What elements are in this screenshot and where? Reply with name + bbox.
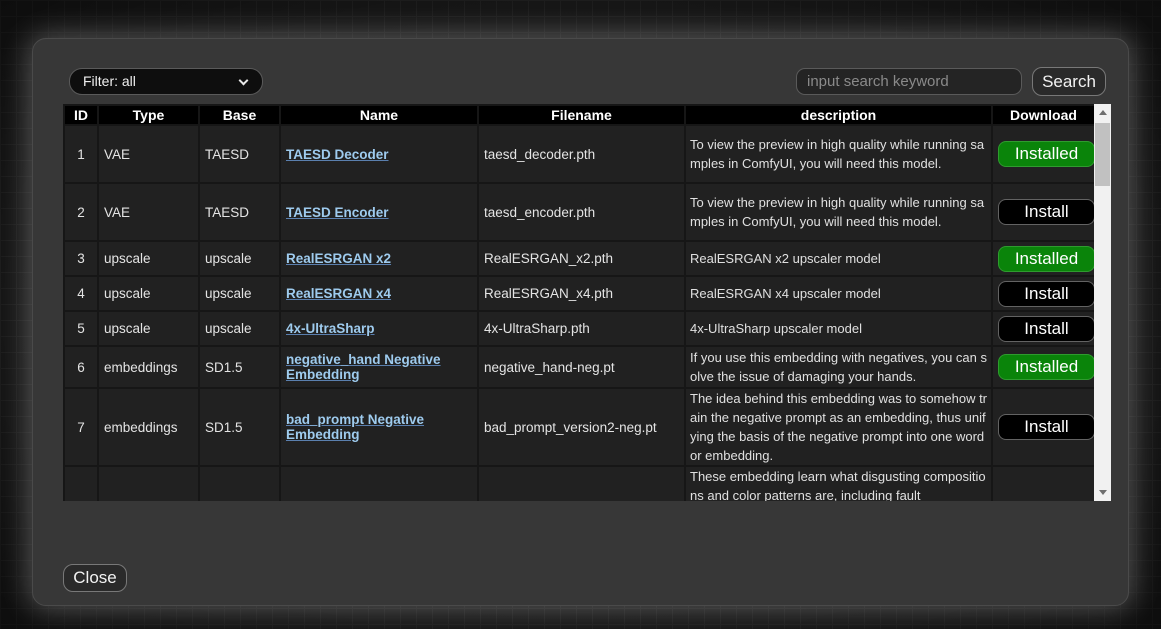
model-name-link[interactable]: TAESD Decoder	[286, 147, 389, 162]
table-row: 5upscaleupscale4x-UltraSharp4x-UltraShar…	[64, 311, 1094, 346]
header-description: description	[685, 105, 992, 125]
cell-download: Install	[992, 183, 1094, 241]
cell-download	[992, 466, 1094, 501]
table-row: 6embeddingsSD1.5negative_hand Negative E…	[64, 346, 1094, 388]
installed-button[interactable]: Installed	[998, 141, 1094, 167]
cell-type: upscale	[98, 311, 199, 346]
cell-name: negative_hand Negative Embedding	[280, 346, 478, 388]
cell-download: Installed	[992, 125, 1094, 183]
table-row: 3upscaleupscaleRealESRGAN x2RealESRGAN_x…	[64, 241, 1094, 276]
cell-name	[280, 466, 478, 501]
cell-name: TAESD Decoder	[280, 125, 478, 183]
models-table: ID Type Base Name Filename description D…	[63, 104, 1094, 501]
scrollbar-down-arrow-icon[interactable]	[1094, 484, 1111, 501]
cell-type: embeddings	[98, 346, 199, 388]
model-name-link[interactable]: 4x-UltraSharp	[286, 321, 375, 336]
cell-base: upscale	[199, 276, 280, 311]
table-row: 1VAETAESD TAESD Decoder taesd_decoder.pthT…	[64, 125, 1094, 183]
header-id: ID	[64, 105, 98, 125]
cell-name: bad_prompt Negative Embedding	[280, 388, 478, 466]
cell-filename: taesd_decoder.pth	[478, 125, 685, 183]
cell-name: RealESRGAN x4	[280, 276, 478, 311]
header-filename: Filename	[478, 105, 685, 125]
install-button[interactable]: Install	[998, 316, 1094, 342]
installed-button[interactable]: Installed	[998, 354, 1094, 380]
filter-dropdown[interactable]: Filter: all	[69, 68, 263, 95]
install-models-dialog: Filter: all Search ID Type Base Name F	[32, 38, 1129, 606]
cell-type: upscale	[98, 276, 199, 311]
models-table-container: ID Type Base Name Filename description D…	[63, 104, 1111, 501]
cell-filename: bad_prompt_version2-neg.pt	[478, 388, 685, 466]
cell-type	[98, 466, 199, 501]
table-row: 4upscaleupscaleRealESRGAN x4RealESRGAN_x…	[64, 276, 1094, 311]
cell-download: Installed	[992, 241, 1094, 276]
table-row: 2VAETAESD TAESD Encoder taesd_encoder.pthT…	[64, 183, 1094, 241]
header-download: Download	[992, 105, 1094, 125]
close-button[interactable]: Close	[63, 564, 127, 592]
table-row: These embedding learn what disgusting co…	[64, 466, 1094, 501]
cell-description: The idea behind this embedding was to so…	[685, 388, 992, 466]
cell-type: VAE	[98, 183, 199, 241]
cell-id: 5	[64, 311, 98, 346]
cell-id: 1	[64, 125, 98, 183]
cell-description: To view the preview in high quality whil…	[685, 183, 992, 241]
cell-id: 6	[64, 346, 98, 388]
table-scrollbar[interactable]	[1094, 104, 1111, 501]
cell-id: 7	[64, 388, 98, 466]
cell-type: VAE	[98, 125, 199, 183]
cell-filename: 4x-UltraSharp.pth	[478, 311, 685, 346]
cell-base: SD1.5	[199, 346, 280, 388]
cell-id: 3	[64, 241, 98, 276]
header-base: Base	[199, 105, 280, 125]
cell-id: 2	[64, 183, 98, 241]
search-button[interactable]: Search	[1032, 67, 1106, 96]
search-input[interactable]	[796, 68, 1022, 95]
cell-name: TAESD Encoder	[280, 183, 478, 241]
cell-base: upscale	[199, 241, 280, 276]
scrollbar-thumb[interactable]	[1095, 123, 1110, 186]
cell-description: 4x-UltraSharp upscaler model	[685, 311, 992, 346]
filter-dropdown-label: Filter: all	[83, 73, 136, 89]
cell-base: TAESD	[199, 125, 280, 183]
cell-type: embeddings	[98, 388, 199, 466]
cell-download: Installed	[992, 346, 1094, 388]
cell-base: SD1.5	[199, 388, 280, 466]
install-button[interactable]: Install	[998, 199, 1094, 225]
cell-download: Install	[992, 388, 1094, 466]
cell-name: 4x-UltraSharp	[280, 311, 478, 346]
cell-description: These embedding learn what disgusting co…	[685, 466, 992, 501]
cell-filename: taesd_encoder.pth	[478, 183, 685, 241]
cell-filename: negative_hand-neg.pt	[478, 346, 685, 388]
cell-description: RealESRGAN x4 upscaler model	[685, 276, 992, 311]
cell-description: If you use this embedding with negatives…	[685, 346, 992, 388]
cell-filename: RealESRGAN_x2.pth	[478, 241, 685, 276]
cell-id: 4	[64, 276, 98, 311]
table-header-row: ID Type Base Name Filename description D…	[64, 105, 1094, 125]
cell-filename	[478, 466, 685, 501]
table-row: 7embeddingsSD1.5bad_prompt Negative Embe…	[64, 388, 1094, 466]
install-button[interactable]: Install	[998, 414, 1094, 440]
cell-base: upscale	[199, 311, 280, 346]
installed-button[interactable]: Installed	[998, 246, 1094, 272]
chevron-down-icon	[239, 76, 249, 86]
cell-name: RealESRGAN x2	[280, 241, 478, 276]
cell-base: TAESD	[199, 183, 280, 241]
model-name-link[interactable]: RealESRGAN x4	[286, 286, 391, 301]
model-name-link[interactable]: RealESRGAN x2	[286, 251, 391, 266]
cell-description: To view the preview in high quality whil…	[685, 125, 992, 183]
cell-type: upscale	[98, 241, 199, 276]
cell-filename: RealESRGAN_x4.pth	[478, 276, 685, 311]
scrollbar-up-arrow-icon[interactable]	[1094, 104, 1111, 121]
cell-download: Install	[992, 276, 1094, 311]
header-name: Name	[280, 105, 478, 125]
cell-description: RealESRGAN x2 upscaler model	[685, 241, 992, 276]
cell-base	[199, 466, 280, 501]
model-name-link[interactable]: TAESD Encoder	[286, 205, 389, 220]
install-button[interactable]: Install	[998, 281, 1094, 307]
cell-id	[64, 466, 98, 501]
model-name-link[interactable]: negative_hand Negative Embedding	[286, 352, 441, 382]
cell-download: Install	[992, 311, 1094, 346]
model-name-link[interactable]: bad_prompt Negative Embedding	[286, 412, 424, 442]
header-type: Type	[98, 105, 199, 125]
